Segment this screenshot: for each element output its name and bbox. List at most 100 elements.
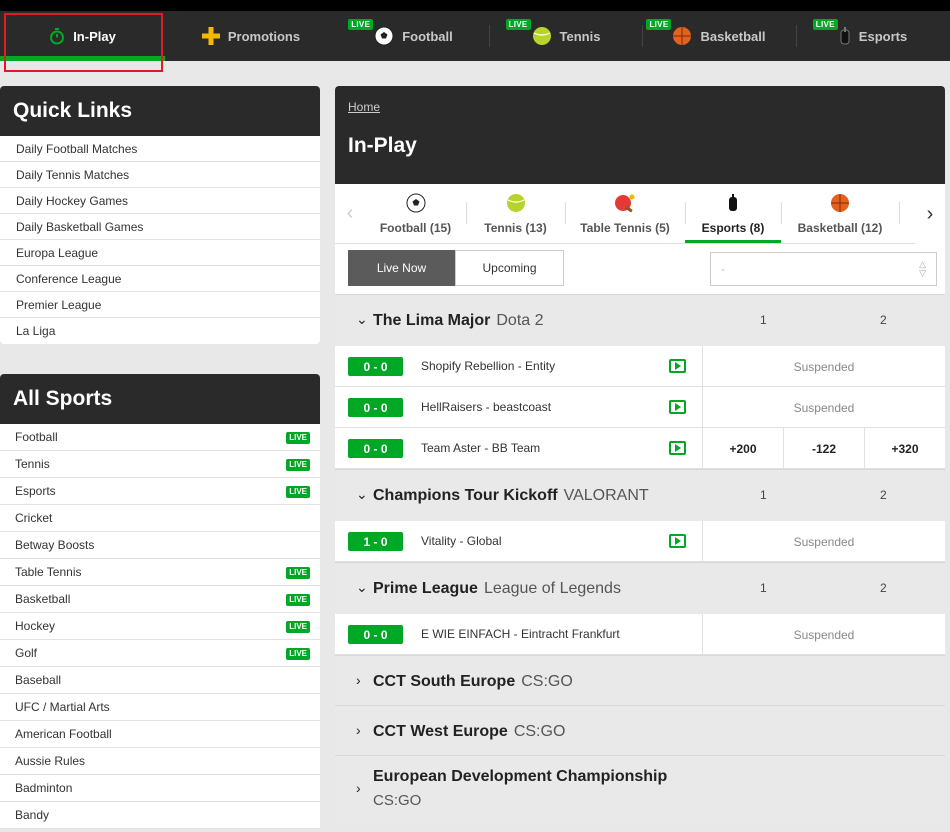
quick-link[interactable]: Daily Hockey Games xyxy=(0,188,320,214)
quick-link[interactable]: La Liga xyxy=(0,318,320,344)
league-header-collapsed[interactable]: › CCT West Europe CS:GO xyxy=(335,705,945,755)
score-badge: 0 - 0 xyxy=(348,398,403,417)
sport-item[interactable]: Betway Boosts xyxy=(0,532,320,559)
sport-item[interactable]: Golf LIVE xyxy=(0,640,320,667)
league-header[interactable]: ⌄ Champions Tour Kickoff VALORANT 1 2 xyxy=(335,469,945,521)
nav-basketball[interactable]: LIVE Basketball xyxy=(642,11,796,61)
league-game: CS:GO xyxy=(521,673,573,690)
tab-label: Tennis (13) xyxy=(484,220,547,235)
live-stream-icon[interactable] xyxy=(669,534,686,548)
sport-item[interactable]: Football LIVE xyxy=(0,424,320,451)
quick-link[interactable]: Europa League xyxy=(0,240,320,266)
tab-label: Basketball (12) xyxy=(797,220,883,235)
odds-col-1: 1 xyxy=(760,313,767,327)
tab-basketball[interactable]: Basketball (12) xyxy=(781,184,899,243)
nav-divider xyxy=(489,25,490,47)
sport-item[interactable]: Aussie Rules xyxy=(0,748,320,775)
match-row[interactable]: 0 - 0 E WIE EINFACH - Eintracht Frankfur… xyxy=(335,614,945,655)
league-header-collapsed[interactable]: › European Development Championship CS:G… xyxy=(335,755,945,823)
quick-link[interactable]: Daily Tennis Matches xyxy=(0,162,320,188)
sport-item[interactable]: Baseball xyxy=(0,667,320,694)
match-row[interactable]: 0 - 0 Shopify Rebellion - Entity Suspend… xyxy=(335,346,945,387)
league-header[interactable]: ⌄ The Lima Major Dota 2 1 2 xyxy=(335,294,945,346)
chevron-right-icon: › xyxy=(356,672,361,688)
odds-button-home[interactable]: +200 xyxy=(703,428,783,469)
filter-bar: Live Now Upcoming - △ ▽ xyxy=(335,244,945,294)
sport-label: UFC / Martial Arts xyxy=(15,700,110,714)
suspended-label: Suspended xyxy=(793,534,855,549)
league-header[interactable]: ⌄ Prime League League of Legends 1 2 xyxy=(335,562,945,614)
chevron-left-icon[interactable]: ‹ xyxy=(335,184,365,243)
upcoming-button[interactable]: Upcoming xyxy=(455,250,564,286)
live-badge: LIVE xyxy=(286,567,310,579)
sport-item[interactable]: Hockey LIVE xyxy=(0,613,320,640)
nav-in-play[interactable]: In-Play xyxy=(0,11,165,61)
sport-item[interactable]: Tennis LIVE xyxy=(0,451,320,478)
league-title: Prime League xyxy=(373,580,478,597)
chevron-right-icon: › xyxy=(356,722,361,738)
chevron-updown-icon: △ ▽ xyxy=(919,259,926,278)
sport-item[interactable]: Basketball LIVE xyxy=(0,586,320,613)
sport-label: Badminton xyxy=(15,781,73,795)
nav-label: Football xyxy=(402,28,453,44)
chevron-right-icon[interactable]: › xyxy=(915,184,945,244)
tab-label: Esports (8) xyxy=(701,220,765,235)
nav-tennis[interactable]: LIVE Tennis xyxy=(490,11,642,61)
chevron-down-icon: ⌄ xyxy=(356,311,368,327)
sport-item[interactable]: UFC / Martial Arts xyxy=(0,694,320,721)
match-row[interactable]: 0 - 0 HellRaisers - beastcoast Suspended xyxy=(335,387,945,428)
league-game: League of Legends xyxy=(483,580,621,597)
league-title: The Lima Major xyxy=(373,312,491,329)
sport-label: Basketball xyxy=(15,592,71,606)
tab-esports[interactable]: Esports (8) xyxy=(685,184,781,243)
live-stream-icon[interactable] xyxy=(669,441,686,455)
tab-label: Football (15) xyxy=(379,220,452,235)
live-stream-icon[interactable] xyxy=(669,400,686,414)
match-row[interactable]: 1 - 0 Vitality - Global Suspended xyxy=(335,521,945,562)
sport-item[interactable]: Bandy xyxy=(0,802,320,829)
match-row[interactable]: 0 - 0 Team Aster - BB Team +200 -122 +32… xyxy=(335,428,945,469)
nav-football[interactable]: LIVE Football xyxy=(337,11,490,61)
live-badge: LIVE xyxy=(348,19,374,30)
match-teams: Vitality - Global xyxy=(421,534,502,548)
all-sports-panel: All Sports Football LIVE Tennis LIVE Espor… xyxy=(0,374,320,829)
sport-item[interactable]: Table Tennis LIVE xyxy=(0,559,320,586)
sport-label: Table Tennis xyxy=(15,565,82,579)
sport-item[interactable]: Esports LIVE xyxy=(0,478,320,505)
sport-item[interactable]: Cricket xyxy=(0,505,320,532)
odds-area: Suspended xyxy=(702,387,945,428)
sport-item[interactable]: American Football xyxy=(0,721,320,748)
nav-divider xyxy=(642,25,643,47)
suspended-label: Suspended xyxy=(793,359,855,374)
quick-link[interactable]: Conference League xyxy=(0,266,320,292)
sport-item[interactable]: Badminton xyxy=(0,775,320,802)
league-title: CCT West Europe xyxy=(373,723,508,740)
tab-tennis[interactable]: Tennis (13) xyxy=(466,184,565,243)
chevron-down-icon: ⌄ xyxy=(356,579,368,595)
match-teams: Shopify Rebellion - Entity xyxy=(421,359,556,373)
quick-link[interactable]: Premier League xyxy=(0,292,320,318)
odds-col-1: 1 xyxy=(760,488,767,502)
stopwatch-icon xyxy=(49,27,65,45)
odds-button-draw[interactable]: -122 xyxy=(783,428,864,469)
league-title: European Development Championship xyxy=(373,768,668,785)
tab-football[interactable]: Football (15) xyxy=(365,184,466,243)
nav-esports[interactable]: LIVE Esports xyxy=(796,11,950,61)
league-select[interactable]: - △ ▽ xyxy=(710,252,937,286)
tab-table-tennis[interactable]: Table Tennis (5) xyxy=(565,184,685,243)
live-stream-icon[interactable] xyxy=(669,359,686,373)
quick-links-panel: Quick Links Daily Football Matches Daily… xyxy=(0,86,320,344)
odds-area: Suspended xyxy=(702,346,945,387)
nav-label: Promotions xyxy=(227,28,301,44)
top-strip xyxy=(0,0,950,11)
quick-link[interactable]: Daily Basketball Games xyxy=(0,214,320,240)
league-title: CCT South Europe xyxy=(373,673,516,690)
odds-col-1: 1 xyxy=(760,581,767,595)
odds-button-away[interactable]: +320 xyxy=(864,428,945,469)
live-now-button[interactable]: Live Now xyxy=(348,250,455,286)
nav-promotions[interactable]: Promotions xyxy=(165,11,337,61)
sport-label: Tennis xyxy=(15,457,50,471)
quick-link[interactable]: Daily Football Matches xyxy=(0,136,320,162)
league-header-collapsed[interactable]: › CCT South Europe CS:GO xyxy=(335,655,945,705)
breadcrumb-home[interactable]: Home xyxy=(348,100,380,114)
